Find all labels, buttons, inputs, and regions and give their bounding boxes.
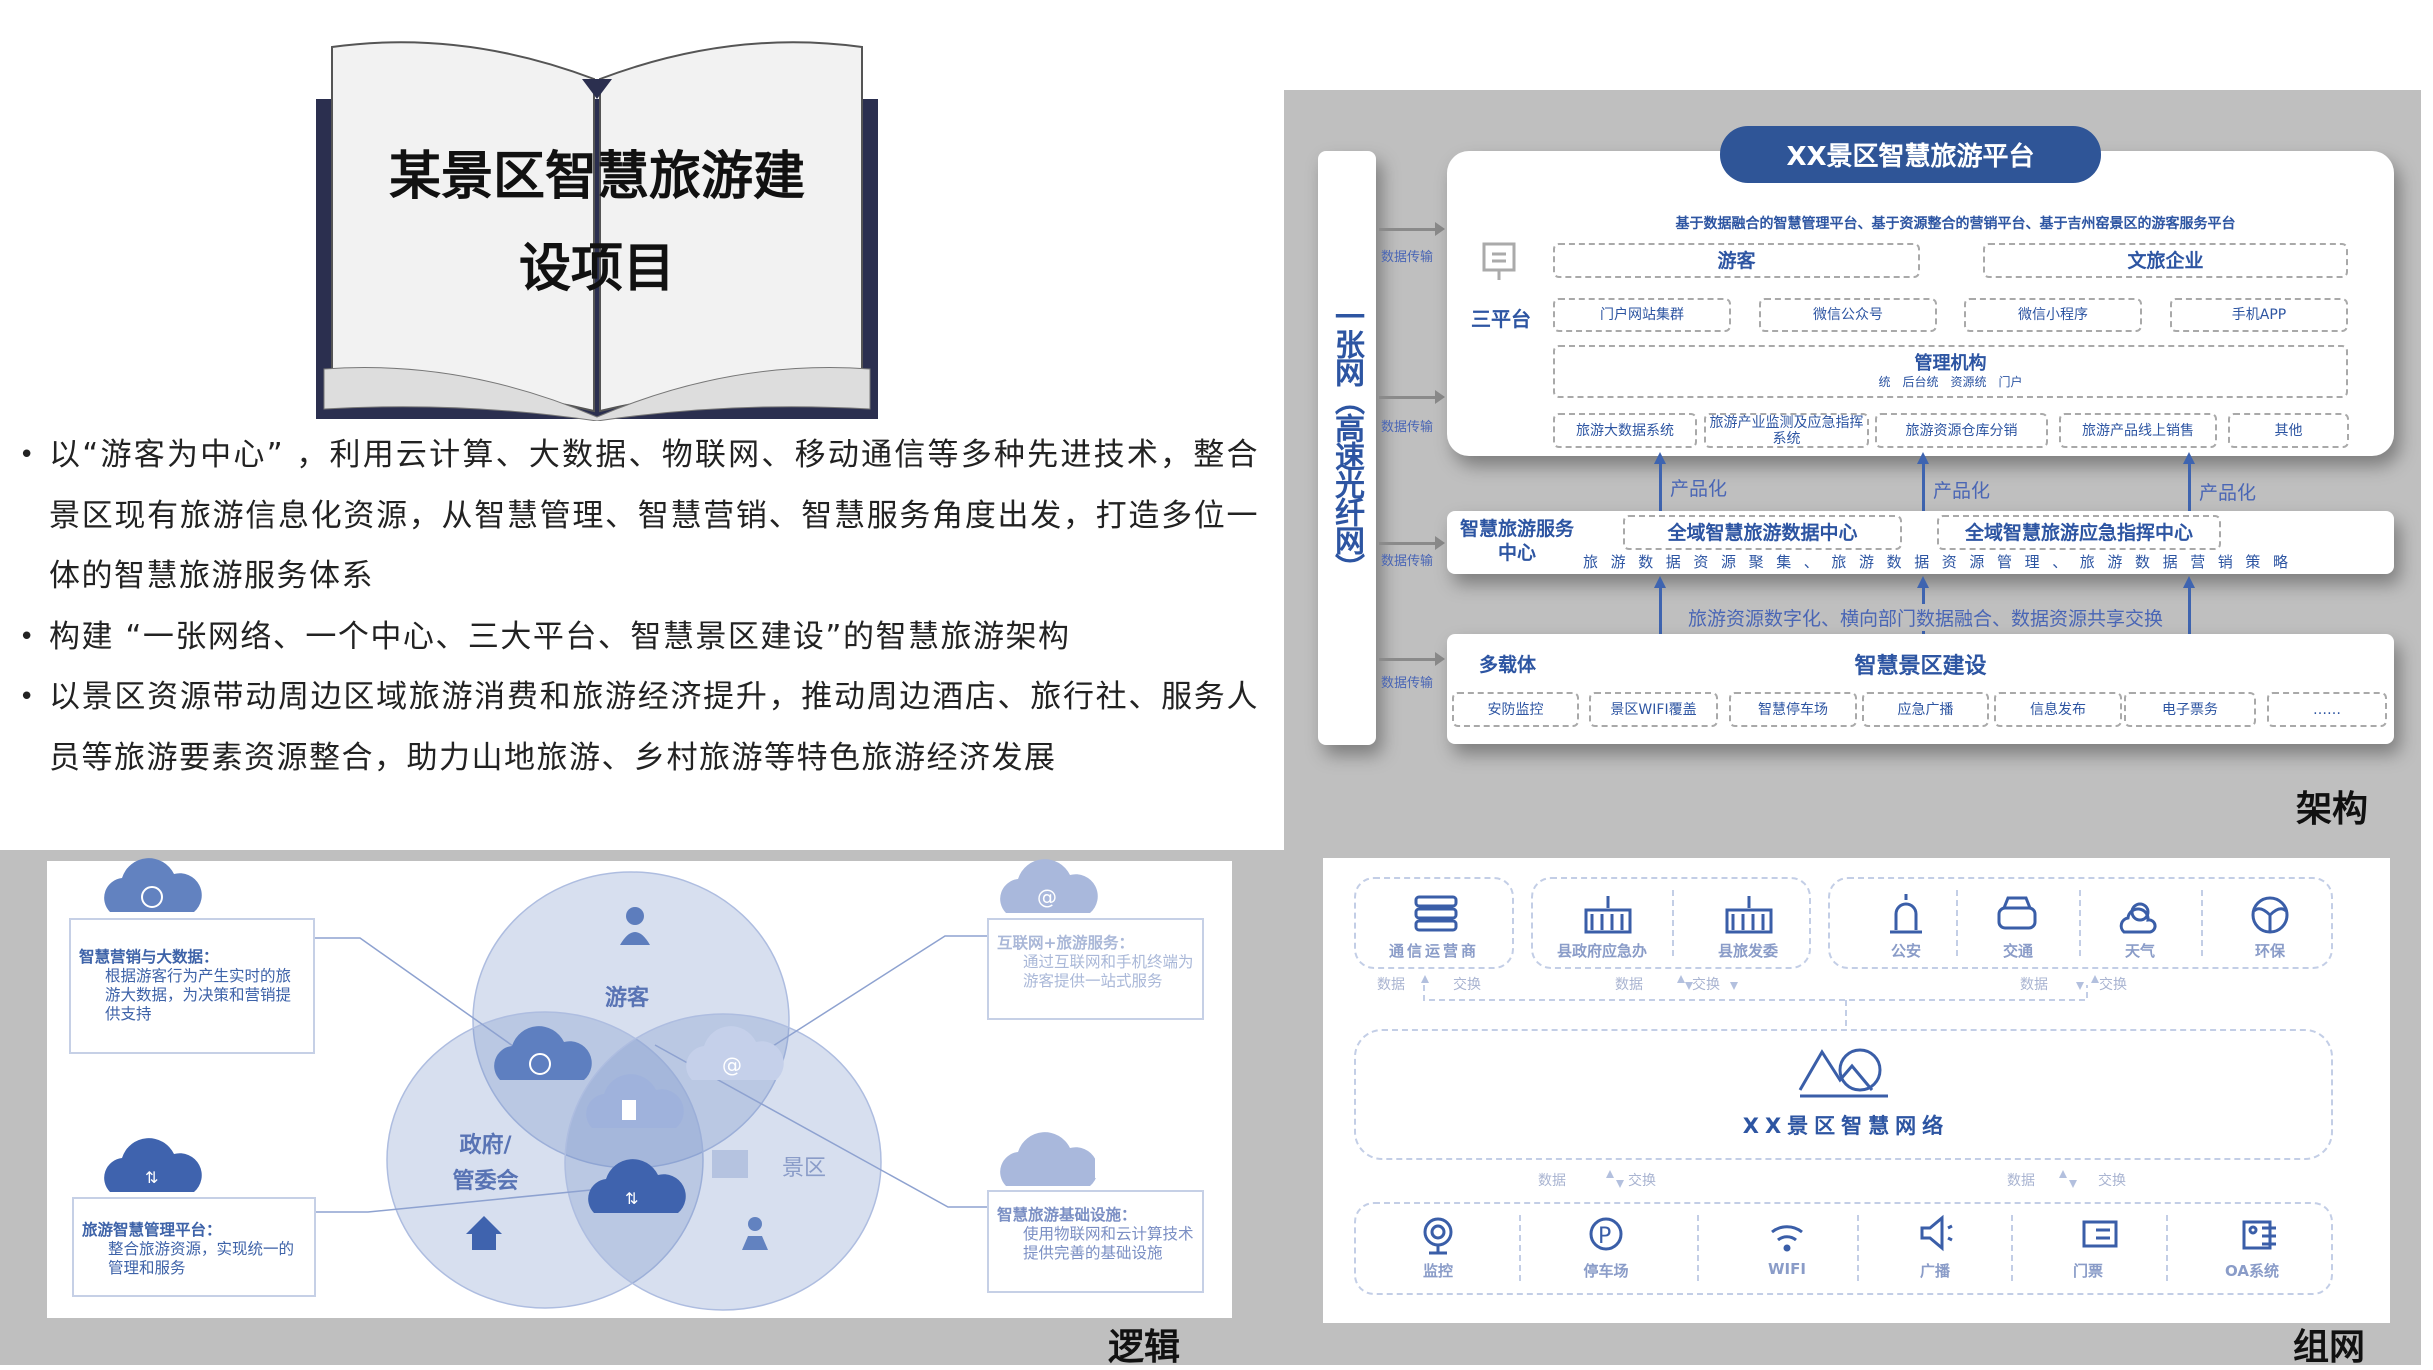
node-label: 天气 <box>2124 942 2155 960</box>
exchange-label: 交换 <box>2099 977 2127 993</box>
terminal-label: WIFI <box>1768 1260 1806 1278</box>
government-building-icon <box>1584 896 1632 934</box>
node-label: 环保 <box>2254 942 2285 960</box>
node-label: 县政府应急办 <box>1556 942 1647 960</box>
divider <box>1519 1215 1521 1281</box>
terminal-label: OA系统 <box>2225 1262 2279 1280</box>
police-siren-icon <box>1890 894 1922 934</box>
divider <box>2011 1215 2013 1281</box>
smart-network-title: XX景区智慧网络 <box>1742 1114 1950 1138</box>
data-label: 数据 <box>1538 1173 1566 1189</box>
exchange-label: 交换 <box>1628 1173 1656 1189</box>
server-icon <box>1414 895 1458 932</box>
network-connectors <box>1423 985 2088 1028</box>
divider <box>1857 1215 1859 1281</box>
terminal-group <box>1354 1202 2333 1295</box>
exchange-label: 交换 <box>1453 977 1481 993</box>
data-label: 数据 <box>1377 977 1405 993</box>
node-label: 通信运营商 <box>1388 942 1479 960</box>
smart-network-box <box>1354 1029 2333 1160</box>
data-label: 数据 <box>2007 1173 2035 1189</box>
terminal-label: 监控 <box>1422 1262 1453 1280</box>
terminal-label: 停车场 <box>1583 1262 1629 1280</box>
node-label: 公安 <box>1890 942 1921 960</box>
government-building-icon <box>1725 896 1773 934</box>
data-label: 数据 <box>1615 977 1643 993</box>
divider <box>1697 1215 1699 1281</box>
node-label: 县旅发委 <box>1717 942 1778 960</box>
section-label-network: 组网 <box>2293 1327 2366 1368</box>
weather-icon <box>2119 902 2157 934</box>
network-icons: P <box>1414 894 2289 1255</box>
terminal-label: 门票 <box>2072 1262 2103 1280</box>
terminal-label: 广播 <box>1919 1262 1950 1280</box>
car-icon <box>1997 896 2037 930</box>
data-label: 数据 <box>2020 977 2048 993</box>
exchange-label: 交换 <box>2098 1173 2126 1189</box>
exchange-label: 交换 <box>1692 977 1720 993</box>
node-label: 交通 <box>2002 942 2033 960</box>
environment-leaf-icon <box>2251 896 2289 934</box>
divider <box>2166 1215 2168 1281</box>
